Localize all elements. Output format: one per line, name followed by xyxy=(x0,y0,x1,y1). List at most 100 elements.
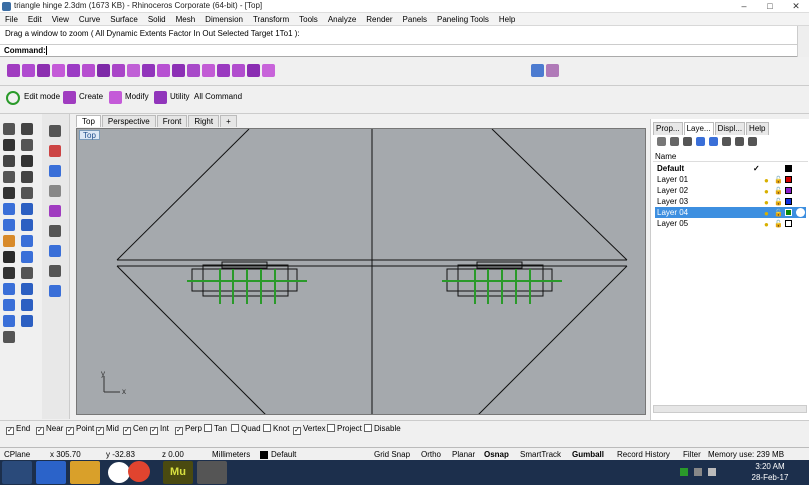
surface-tool-icon[interactable] xyxy=(22,64,35,77)
boolean-icon[interactable] xyxy=(142,64,155,77)
solid-box-icon[interactable] xyxy=(97,64,110,77)
select-arrow-icon[interactable] xyxy=(3,123,15,135)
block-icon[interactable] xyxy=(21,299,33,311)
sweep-icon[interactable] xyxy=(82,64,95,77)
explode-icon[interactable] xyxy=(21,267,33,279)
fillet-icon[interactable] xyxy=(157,64,170,77)
trim-icon[interactable] xyxy=(3,251,15,263)
chrome-icon[interactable] xyxy=(128,461,150,482)
fillet-curve-icon[interactable] xyxy=(21,187,33,199)
osnap-checkbox[interactable]: ✓ xyxy=(6,427,14,435)
menu-view[interactable]: View xyxy=(47,13,74,26)
units-label[interactable]: Millimeters xyxy=(212,450,250,459)
lock-tool-icon[interactable] xyxy=(49,185,61,197)
osnap-checkbox[interactable] xyxy=(364,424,372,432)
menu-edit[interactable]: Edit xyxy=(23,13,47,26)
rhino-taskbar-icon[interactable] xyxy=(197,461,227,484)
cage-icon[interactable] xyxy=(49,265,61,277)
close-button[interactable]: ✕ xyxy=(783,0,809,12)
tab-layers[interactable]: Laye... xyxy=(683,122,714,135)
curve-tool-icon[interactable] xyxy=(7,64,20,77)
menu-tools[interactable]: Tools xyxy=(294,13,323,26)
tab-help[interactable]: Help xyxy=(746,122,769,135)
osnap-vertex[interactable]: ✓ Vertex xyxy=(293,424,326,435)
paneling-icon[interactable] xyxy=(232,64,245,77)
delete-layer-icon[interactable] xyxy=(683,137,692,146)
properties-tool-icon[interactable] xyxy=(49,205,61,217)
mesh-tool-icon[interactable] xyxy=(49,245,61,257)
osnap-checkbox[interactable] xyxy=(327,424,335,432)
cplane-label[interactable]: CPlane xyxy=(4,450,30,459)
transform-icon[interactable] xyxy=(3,235,15,247)
modify-button[interactable]: Modify xyxy=(125,92,149,101)
smarttrack-toggle[interactable]: SmartTrack xyxy=(520,450,561,459)
menu-surface[interactable]: Surface xyxy=(105,13,143,26)
menu-analyze[interactable]: Analyze xyxy=(323,13,361,26)
tab-front[interactable]: Front xyxy=(156,115,188,127)
record-history-toggle[interactable]: Record History xyxy=(617,450,670,459)
split-icon[interactable] xyxy=(21,251,33,263)
box-icon[interactable] xyxy=(3,219,15,231)
clock-date[interactable]: 28-Feb-17 xyxy=(745,473,795,482)
text-icon[interactable] xyxy=(3,283,15,295)
ie-icon[interactable] xyxy=(36,461,66,484)
all-command-button[interactable]: All Command xyxy=(194,92,242,101)
analyze-icon[interactable] xyxy=(21,315,33,327)
osnap-project[interactable]: Project xyxy=(327,424,362,433)
osnap-quad[interactable]: Quad xyxy=(231,424,261,433)
osnap-mid[interactable]: ✓ Mid xyxy=(96,424,119,435)
tab-right[interactable]: Right xyxy=(188,115,220,127)
osnap-int[interactable]: ✓ Int xyxy=(150,424,169,435)
media-player-icon[interactable] xyxy=(108,462,130,483)
osnap-checkbox[interactable] xyxy=(231,424,239,432)
osnap-disable[interactable]: Disable xyxy=(364,424,401,433)
polyline-icon[interactable] xyxy=(3,139,15,151)
snap-icon[interactable] xyxy=(49,145,61,157)
osnap-tan[interactable]: Tan xyxy=(204,424,227,433)
lightbulb-icon[interactable]: ● xyxy=(764,219,769,230)
osnap-point[interactable]: ✓ Point xyxy=(66,424,94,435)
curve-icon[interactable] xyxy=(21,139,33,151)
pencil-icon[interactable] xyxy=(49,125,61,137)
top-viewport[interactable]: Top y x xyxy=(76,128,646,415)
muse-icon[interactable]: Mu xyxy=(163,461,193,484)
menu-panels[interactable]: Panels xyxy=(398,13,432,26)
menu-file[interactable]: File xyxy=(0,13,23,26)
osnap-checkbox[interactable]: ✓ xyxy=(293,427,301,435)
osnap-checkbox[interactable]: ✓ xyxy=(123,427,131,435)
current-layer[interactable]: Default xyxy=(271,450,296,459)
layer-row-02[interactable]: Layer 02 ● 🔓 xyxy=(655,185,806,196)
clock-time[interactable]: 3:20 AM xyxy=(745,462,795,471)
unroll-icon[interactable] xyxy=(247,64,260,77)
new-sublayer-icon[interactable] xyxy=(670,137,679,146)
osnap-checkbox[interactable]: ✓ xyxy=(150,427,158,435)
loft-icon[interactable] xyxy=(37,64,50,77)
layer-color-swatch[interactable] xyxy=(785,176,792,183)
osnap-near[interactable]: ✓ Near xyxy=(36,424,63,435)
menu-curve[interactable]: Curve xyxy=(74,13,105,26)
ortho-toggle[interactable]: Ortho xyxy=(421,450,441,459)
grid-array-icon[interactable] xyxy=(187,64,200,77)
arc-icon[interactable] xyxy=(21,155,33,167)
move-up-icon[interactable] xyxy=(696,137,705,146)
menu-mesh[interactable]: Mesh xyxy=(171,13,201,26)
rectangle-icon[interactable] xyxy=(21,171,33,183)
cylinder-icon[interactable] xyxy=(112,64,125,77)
join-icon[interactable] xyxy=(3,267,15,279)
osnap-toggle[interactable]: Osnap xyxy=(484,450,509,459)
extrude-icon[interactable] xyxy=(52,64,65,77)
align-icon[interactable] xyxy=(49,165,61,177)
polar-array-icon[interactable] xyxy=(202,64,215,77)
maximize-button[interactable]: □ xyxy=(757,0,783,12)
tab-properties[interactable]: Prop... xyxy=(653,122,683,135)
layer-row-01[interactable]: Layer 01 ● 🔓 xyxy=(655,174,806,185)
osnap-cen[interactable]: ✓ Cen xyxy=(123,424,148,435)
new-layer-icon[interactable] xyxy=(657,137,666,146)
grid-snap-toggle[interactable]: Grid Snap xyxy=(374,450,410,459)
material-icon[interactable] xyxy=(796,208,805,217)
network-surface-icon[interactable] xyxy=(67,64,80,77)
viewport-title[interactable]: Top xyxy=(79,130,100,140)
panel-grid-icon[interactable] xyxy=(217,64,230,77)
menu-paneling-tools[interactable]: Paneling Tools xyxy=(432,13,494,26)
osnap-checkbox[interactable] xyxy=(263,424,271,432)
